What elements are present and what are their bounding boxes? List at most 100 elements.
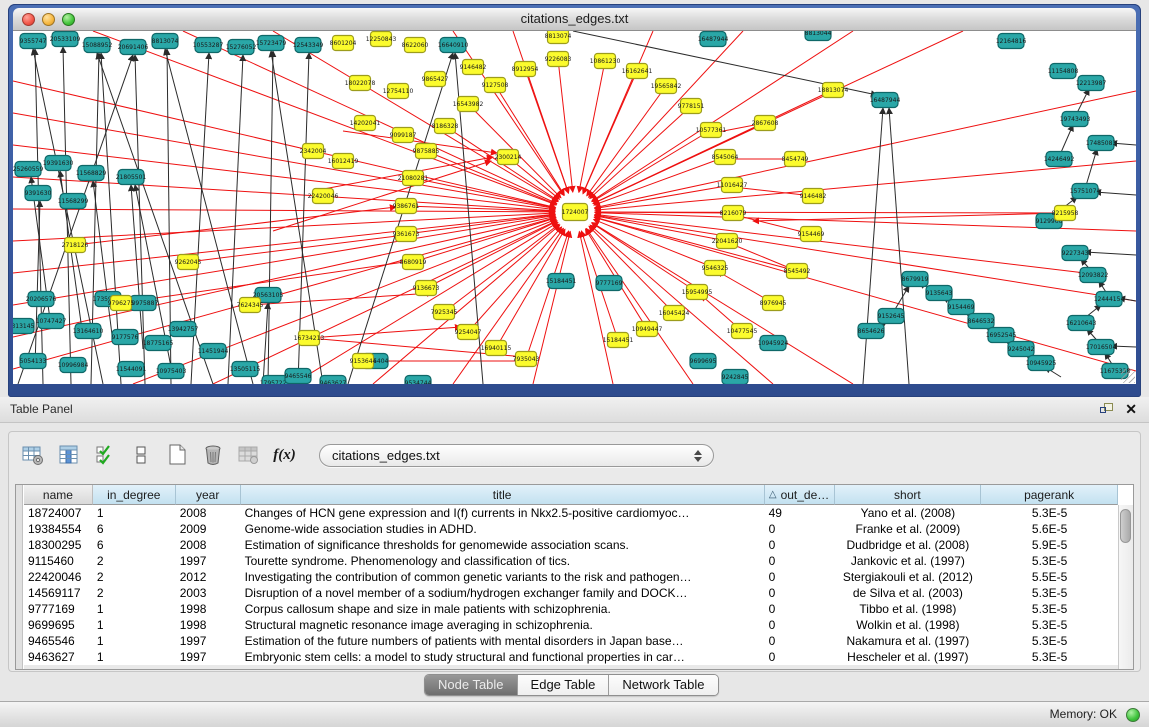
table-cell-in_degree[interactable]: 2 [93,585,176,601]
table-cell-out_degree[interactable]: 0 [765,617,835,633]
graph-node[interactable]: 15088952 [82,38,113,53]
column-header-short[interactable]: short [835,485,982,505]
table-cell-pagerank[interactable]: 5.3E-5 [981,585,1118,601]
table-cell-name[interactable]: 9463627 [24,649,93,665]
graph-edge[interactable] [590,225,773,384]
table-cell-pagerank[interactable]: 5.9E-5 [981,537,1118,553]
graph-node[interactable]: 16487944 [870,93,901,108]
graph-node[interactable]: 9154469 [948,300,975,315]
graph-node[interactable]: 9699695 [690,354,717,369]
graph-node[interactable]: 12543349 [293,38,324,53]
table-cell-short[interactable]: Dudbridge et al. (2008) [835,537,982,553]
graph-node[interactable]: 12164816 [996,34,1027,49]
graph-node[interactable]: 9242845 [722,370,749,385]
close-panel-icon[interactable]: ✕ [1125,400,1137,418]
graph-node[interactable]: 19565842 [651,79,682,94]
table-cell-short[interactable]: Hescheler et al. (1997) [835,649,982,665]
table-cell-name[interactable]: 19384554 [24,521,93,537]
table-cell-title[interactable]: Genome-wide association studies in ADHD. [241,521,765,537]
table-cell-pagerank[interactable]: 5.5E-5 [981,569,1118,585]
graph-node[interactable]: 2867608 [752,116,779,131]
graph-node[interactable]: 15276052 [226,40,257,55]
graph-node[interactable]: 16487944 [698,32,729,47]
graph-node[interactable]: 15751074 [1070,184,1101,199]
graph-node[interactable]: 13942757 [168,322,199,337]
table-cell-short[interactable]: Tibbo et al. (1998) [835,601,982,617]
table-cell-short[interactable]: Wolkin et al. (1998) [835,617,982,633]
table-row[interactable]: 1938455462009Genome-wide association stu… [24,521,1118,537]
graph-node[interactable]: 10975403 [156,364,187,379]
graph-node[interactable]: 16952545 [986,328,1017,343]
graph-node[interactable]: 8545064 [712,150,739,165]
minimize-window-button[interactable] [42,13,55,26]
table-cell-title[interactable]: Corpus callosum shape and size in male p… [241,601,765,617]
tab-node-table[interactable]: Node Table [425,675,518,695]
table-cell-year[interactable]: 2009 [176,521,241,537]
table-cell-title[interactable]: Estimation of the future numbers of pati… [241,633,765,649]
graph-node[interactable]: 9153644 [350,354,377,369]
graph-node[interactable]: 20533109 [50,32,81,47]
graph-node[interactable]: 8601204 [330,36,357,51]
graph-edge[interactable] [558,59,573,192]
table-cell-pagerank[interactable]: 5.3E-5 [981,553,1118,569]
table-row[interactable]: 1830029562008Estimation of significance … [24,537,1118,553]
graph-node[interactable]: 22041620 [712,234,743,249]
graph-node[interactable]: 9226083 [545,52,572,67]
graph-node[interactable]: 8680919 [400,255,427,270]
graph-node[interactable]: 8813074 [545,31,572,44]
graph-node[interactable]: 1724007 [562,204,589,221]
table-cell-out_degree[interactable]: 0 [765,537,835,553]
graph-node[interactable]: 12213987 [1076,76,1107,91]
graph-edge[interactable] [93,31,556,205]
table-cell-name[interactable]: 9465546 [24,633,93,649]
graph-node[interactable]: 8186328 [432,119,459,134]
graph-node[interactable]: 8813074 [152,34,179,49]
graph-node[interactable]: 9463627 [320,376,347,385]
graph-node[interactable]: 14246492 [1044,152,1075,167]
graph-edge[interactable] [590,106,691,199]
graph-node[interactable]: 10553287 [193,38,224,53]
graph-node[interactable]: 18022078 [345,76,376,91]
graph-node[interactable]: 9465546 [285,369,312,384]
graph-node[interactable]: 9154469 [798,227,825,242]
table-cell-out_degree[interactable]: 0 [765,633,835,649]
graph-node[interactable]: 9355747 [20,34,47,49]
tab-network-table[interactable]: Network Table [609,675,717,695]
float-panel-icon[interactable] [1100,403,1115,417]
column-header-title[interactable]: title [241,485,765,505]
graph-edge[interactable] [263,303,268,384]
graph-edge[interactable] [63,47,71,384]
table-cell-title[interactable]: Embryonic stem cells: a model to study s… [241,649,765,665]
graph-node[interactable]: 16940115 [481,341,512,356]
graph-node[interactable]: 9361673 [393,227,420,242]
table-row[interactable]: 911546021997Tourette syndrome. Phenomeno… [24,553,1118,569]
table-cell-title[interactable]: Changes of HCN gene expression and I(f) … [241,505,765,521]
column-header-year[interactable]: year [176,485,241,505]
graph-node[interactable]: 9865427 [422,72,449,87]
graph-node[interactable]: 13164610 [73,324,104,339]
row-height-icon[interactable] [127,442,154,469]
table-cell-in_degree[interactable]: 1 [93,601,176,617]
graph-node[interactable]: 9534744 [405,376,432,385]
table-cell-pagerank[interactable]: 5.3E-5 [981,505,1118,521]
graph-node[interactable]: 9546325 [702,261,729,276]
graph-node[interactable]: 8216079 [720,206,747,221]
graph-edge[interactable] [579,232,613,384]
table-cell-in_degree[interactable]: 6 [93,537,176,553]
graph-node[interactable]: 8976945 [760,296,787,311]
graph-node[interactable]: 11544091 [116,362,147,377]
memory-ok-indicator-icon[interactable] [1126,708,1140,722]
graph-node[interactable]: 10996984 [58,358,89,373]
graph-node[interactable]: 8215958 [1052,206,1079,221]
table-cell-in_degree[interactable]: 6 [93,521,176,537]
graph-node[interactable]: 12444154 [1094,292,1125,307]
table-cell-short[interactable]: Yano et al. (2008) [835,505,982,521]
close-window-button[interactable] [22,13,35,26]
graph-node[interactable]: 8654626 [858,324,885,339]
graph-edge[interactable] [889,108,909,384]
citation-network-graph[interactable]: 9355747205331091508895220691406881307410… [13,31,1136,384]
vertical-scrollbar[interactable] [1118,505,1133,669]
table-cell-out_degree[interactable]: 0 [765,569,835,585]
graph-node[interactable]: 14202041 [350,116,381,131]
table-cell-name[interactable]: 22420046 [24,569,93,585]
